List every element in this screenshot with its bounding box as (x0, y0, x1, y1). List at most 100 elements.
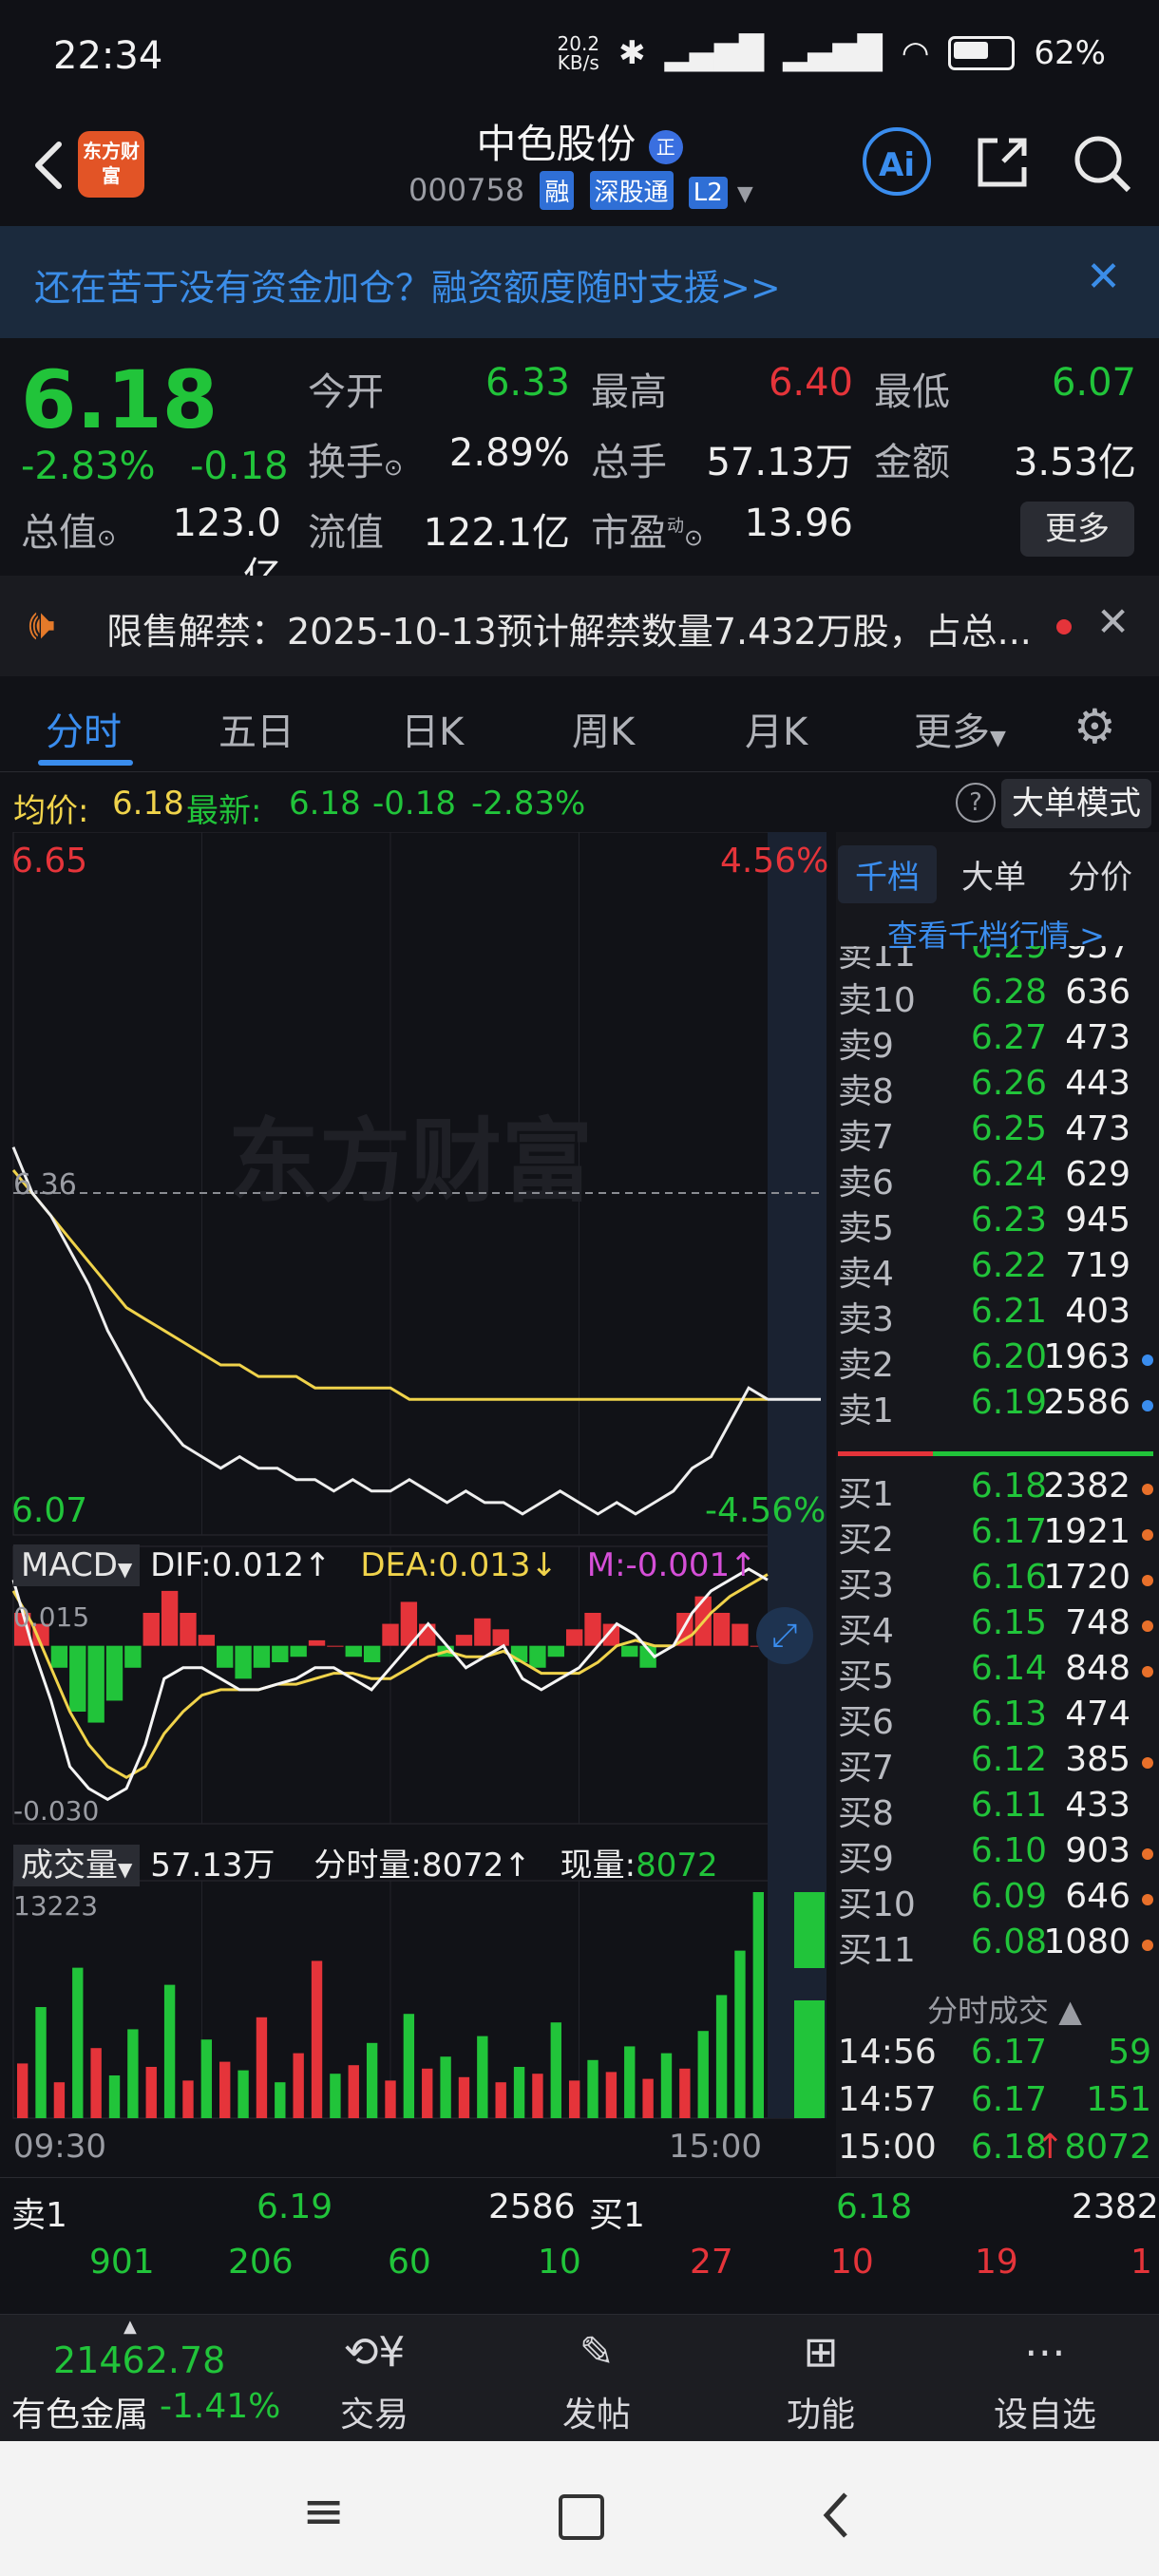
close-icon[interactable]: ✕ (1096, 598, 1130, 645)
bid-row[interactable]: 买11 6.08 1080 (836, 1923, 1159, 1970)
ask-row[interactable]: 卖5 6.23 945 (836, 1201, 1159, 1248)
expand-icon[interactable]: ⤢ (756, 1607, 813, 1664)
more-button[interactable]: 更多 (1020, 502, 1134, 557)
unlock-notice[interactable]: 🕪 限售解禁：2025-10-13预计解禁数量7.432万股，占总... ✕ (0, 576, 1159, 676)
tab-big-order[interactable]: 大单 (961, 851, 1026, 898)
home-icon[interactable] (559, 2494, 604, 2540)
bid-row[interactable]: 买4 6.15 748 (836, 1603, 1159, 1651)
level1-summary: 卖1 6.19 2586 买1 6.18 2382 901 206 60 10 … (0, 2177, 1159, 2311)
tab-monthly-k[interactable]: 月K (745, 701, 808, 756)
banner-text[interactable]: 还在苦于没有资金加仓？融资额度随时支援>> (34, 258, 781, 311)
low-value: 6.07 (1051, 361, 1136, 405)
buy-queue-3: 19 (975, 2243, 1018, 2282)
ask-row[interactable]: 卖7 6.25 473 (836, 1109, 1159, 1157)
pe-value: 13.96 (744, 502, 853, 545)
nav-functions[interactable]: 功能 (745, 2387, 897, 2436)
tab-price-dist[interactable]: 分价 (1068, 851, 1132, 898)
tab-more[interactable]: 更多▼ (914, 701, 1006, 756)
ask-row[interactable]: 卖1 6.19 2586 (836, 1383, 1159, 1430)
volume-bar (715, 1995, 728, 2118)
tab-weekly-k[interactable]: 周K (572, 701, 635, 756)
ai-button[interactable]: Ai (863, 127, 931, 196)
macd-bar (345, 1645, 362, 1657)
volume-bar (163, 1984, 176, 2118)
tab-intraday[interactable]: 分时 (46, 701, 122, 756)
tick-volume: ↑8072 (1036, 2128, 1151, 2167)
level-price: 6.09 (970, 1877, 1047, 1916)
margin-banner[interactable]: 还在苦于没有资金加仓？融资额度随时支援>> ✕ (0, 226, 1159, 338)
order-dot (1142, 1848, 1153, 1860)
macd-selector[interactable]: MACD▼ (13, 1544, 141, 1586)
ask-row[interactable]: 卖4 6.22 719 (836, 1246, 1159, 1294)
volume-selector[interactable]: 成交量▼ (13, 1845, 141, 1886)
level-volume: 636 (1065, 973, 1130, 1012)
bid-row[interactable]: 买2 6.17 1921 (836, 1512, 1159, 1560)
ask-row[interactable]: 卖8 6.26 443 (836, 1064, 1159, 1111)
back-nav-icon[interactable] (817, 2491, 855, 2540)
order-dot (1142, 1894, 1153, 1905)
level-volume: 945 (1065, 1201, 1130, 1240)
sell1-price: 6.19 (256, 2188, 333, 2226)
sell-queue-3: 60 (388, 2243, 431, 2282)
menu-icon[interactable]: ≡ (302, 2481, 345, 2541)
ask-row[interactable]: 卖10 6.28 636 (836, 973, 1159, 1020)
sector-index[interactable]: ▲ 21462.78 有色金属 -1.41% (0, 2315, 285, 2442)
macd-bar (105, 1645, 124, 1701)
net-speed: 20.2 KB/s (558, 34, 600, 72)
bid-row[interactable]: 买6 6.13 474 (836, 1695, 1159, 1742)
level-price: 6.22 (970, 1246, 1047, 1285)
bid-row[interactable]: 买1 6.18 2382 (836, 1467, 1159, 1514)
big-order-mode-button[interactable]: 大单模式 (1001, 779, 1151, 828)
macd-bar (621, 1645, 638, 1657)
level-label: 卖2 (838, 1346, 894, 1385)
order-dot (1142, 1484, 1153, 1495)
add-watchlist-icon[interactable]: ⋯ (969, 2328, 1121, 2377)
nav-add-watchlist[interactable]: 设自选 (969, 2387, 1121, 2436)
notice-text[interactable]: 限售解禁：2025-10-13预计解禁数量7.432万股，占总... (106, 602, 1032, 654)
ask-row[interactable]: 卖3 6.21 403 (836, 1292, 1159, 1339)
ask-row[interactable]: 卖11 6.29 957 (836, 946, 1159, 975)
level-price: 6.12 (970, 1740, 1047, 1779)
tab-daily-k[interactable]: 日K (401, 701, 464, 756)
dropdown-icon[interactable]: ▼ (737, 182, 753, 206)
bid-row[interactable]: 买9 6.10 903 (836, 1831, 1159, 1879)
help-icon[interactable]: ? (956, 783, 996, 823)
nav-trade[interactable]: 交易 (298, 2387, 450, 2436)
level-volume: 719 (1065, 1246, 1130, 1285)
bid-row[interactable]: 买3 6.16 1720 (836, 1558, 1159, 1605)
bid-row[interactable]: 买8 6.11 433 (836, 1786, 1159, 1833)
search-icon[interactable] (1072, 133, 1134, 196)
ask-row[interactable]: 卖9 6.27 473 (836, 1018, 1159, 1066)
level-price: 6.20 (970, 1337, 1047, 1376)
bid-row[interactable]: 买5 6.14 848 (836, 1649, 1159, 1696)
level-label: 买8 (838, 1794, 894, 1833)
level-price: 6.08 (970, 1923, 1047, 1961)
macd-bar (382, 1623, 399, 1646)
bid-row[interactable]: 买10 6.09 646 (836, 1877, 1159, 1924)
share-icon[interactable] (973, 133, 1032, 192)
volume-bar (403, 2014, 415, 2118)
gear-icon[interactable]: ⚙ (1074, 699, 1116, 754)
close-icon[interactable]: ✕ (1086, 253, 1121, 301)
latest-value: 6.18 (289, 785, 361, 823)
macd-bar (602, 1623, 620, 1646)
functions-icon[interactable]: ⊞ (745, 2328, 897, 2377)
post-icon[interactable]: ✎ (521, 2328, 673, 2377)
stock-code-row[interactable]: 000758 融 深股通 L2 ▼ (408, 171, 753, 210)
tab-thousand-level[interactable]: 千档 (838, 845, 937, 903)
level-price: 6.13 (970, 1695, 1047, 1733)
tag-level2: L2 (688, 177, 728, 209)
title-bar: 东方财富 中色股份 正 000758 融 深股通 L2 ▼ Ai (0, 112, 1159, 226)
bid-row[interactable]: 买7 6.12 385 (836, 1740, 1159, 1788)
ticks-title[interactable]: 分时成交 ▲ (927, 1987, 1082, 2031)
level-label: 卖6 (838, 1164, 894, 1203)
ask-row[interactable]: 卖6 6.24 629 (836, 1155, 1159, 1203)
trade-icon[interactable]: ⟲¥ (298, 2328, 450, 2377)
change-value: -0.18 (190, 445, 289, 488)
ask-row[interactable]: 卖2 6.20 1963 (836, 1337, 1159, 1385)
tab-five-day[interactable]: 五日 (218, 701, 294, 756)
nav-post[interactable]: 发帖 (521, 2387, 673, 2436)
level-volume: 403 (1065, 1292, 1130, 1331)
macd-bar (712, 1613, 731, 1646)
status-time: 22:34 (53, 34, 163, 78)
